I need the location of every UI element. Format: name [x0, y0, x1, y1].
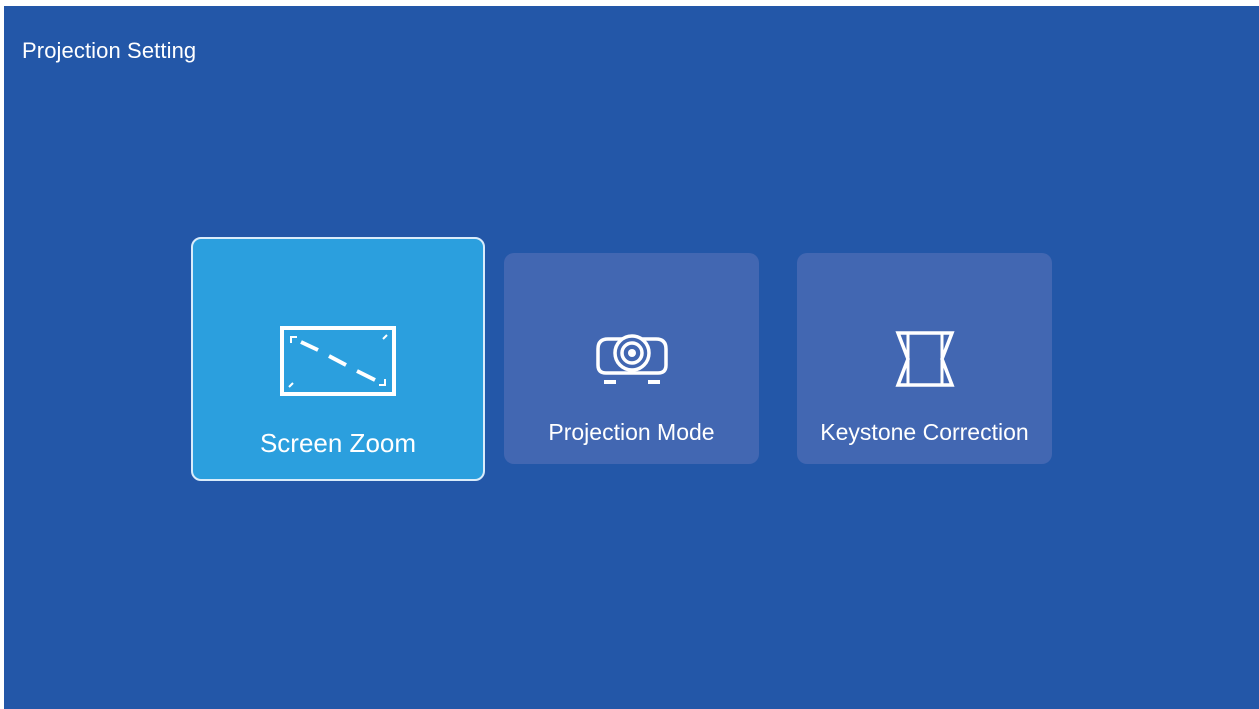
projector-icon: [504, 329, 759, 387]
keystone-correction-label: Keystone Correction: [820, 419, 1029, 445]
page-title: Projection Setting: [22, 38, 197, 63]
keystone-icon: [797, 329, 1052, 389]
projection-mode-label: Projection Mode: [548, 419, 715, 445]
screen-zoom-tile[interactable]: Screen Zoom: [191, 237, 485, 481]
keystone-correction-tile[interactable]: Keystone Correction: [797, 253, 1052, 464]
screen-zoom-label: Screen Zoom: [259, 428, 417, 458]
projection-mode-tile[interactable]: Projection Mode: [504, 253, 759, 464]
screen-zoom-icon: [193, 325, 483, 397]
projection-setting-screen: Projection Setting Screen Zoom Projectio…: [4, 6, 1259, 709]
